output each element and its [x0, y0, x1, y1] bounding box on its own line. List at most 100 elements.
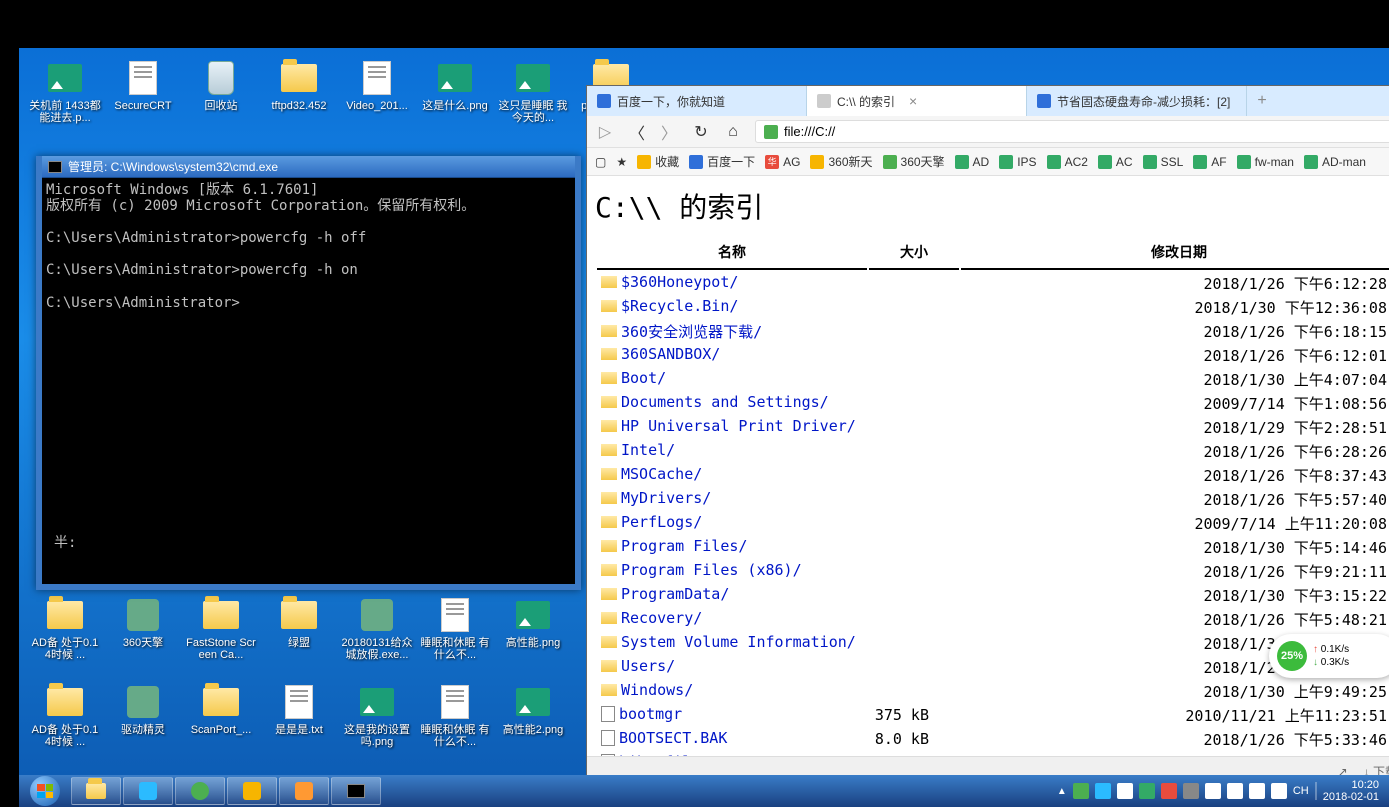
- bookmark-item[interactable]: 华AG: [765, 155, 800, 169]
- file-name-cell[interactable]: Documents and Settings/: [597, 392, 867, 411]
- speed-widget[interactable]: 25% ↑ 0.1K/s ↓ 0.3K/s: [1269, 634, 1389, 678]
- file-name-cell[interactable]: $Recycle.Bin/: [597, 296, 867, 315]
- desktop-icon[interactable]: tftpd32.452: [261, 56, 337, 138]
- file-name-cell[interactable]: 360SANDBOX/: [597, 344, 867, 363]
- bookmark-item[interactable]: 百度一下: [689, 153, 755, 170]
- file-name-cell[interactable]: Windows/: [597, 680, 867, 699]
- taskbar-app2[interactable]: [175, 777, 225, 805]
- tray-icon[interactable]: [1161, 783, 1177, 799]
- browser-tab[interactable]: 百度一下，你就知道: [587, 86, 807, 116]
- file-name-cell[interactable]: Intel/: [597, 440, 867, 459]
- tray-network-icon[interactable]: [1227, 783, 1243, 799]
- bookmark-item[interactable]: AC2: [1047, 155, 1088, 169]
- taskbar-app4[interactable]: [279, 777, 329, 805]
- tray-expand-icon[interactable]: ▲: [1057, 786, 1067, 797]
- desktop-icon[interactable]: ScanPort_...: [183, 680, 259, 762]
- file-name-cell[interactable]: Program Files (x86)/: [597, 560, 867, 579]
- desktop-icon[interactable]: 绿盟: [261, 593, 337, 675]
- file-name-cell[interactable]: PerfLogs/: [597, 512, 867, 531]
- file-name-cell[interactable]: Program Files/: [597, 536, 867, 555]
- bookmark-item[interactable]: SSL: [1143, 155, 1184, 169]
- bookmark-item[interactable]: AD-man: [1304, 155, 1366, 169]
- file-name: Recovery/: [621, 609, 702, 627]
- file-name: MyDrivers/: [621, 489, 711, 507]
- desktop-icon[interactable]: AD备 处于0.14时候 ...: [27, 680, 103, 762]
- nav-menu-icon[interactable]: ▷: [595, 122, 615, 142]
- folder-icon: [601, 684, 617, 696]
- bookmark-label: IPS: [1017, 155, 1036, 169]
- cmd-body[interactable]: Microsoft Windows [版本 6.1.7601] 版权所有 (c)…: [42, 178, 575, 315]
- tray-icon[interactable]: [1139, 783, 1155, 799]
- bookmark-item[interactable]: 收藏: [637, 153, 679, 170]
- bookmark-item[interactable]: AC: [1098, 155, 1133, 169]
- file-name-cell[interactable]: BOOTSECT.BAK: [597, 728, 867, 747]
- tray-action-icon[interactable]: [1271, 783, 1287, 799]
- desktop-icon[interactable]: 回收站: [183, 56, 259, 138]
- file-name-cell[interactable]: MyDrivers/: [597, 488, 867, 507]
- desktop-icon[interactable]: SecureCRT: [105, 56, 181, 138]
- start-button[interactable]: [23, 775, 67, 807]
- tab-close-icon[interactable]: ×: [909, 93, 917, 109]
- desktop-icon[interactable]: FastStone Screen Ca...: [183, 593, 259, 675]
- desktop-icon[interactable]: 这是什么.png: [417, 56, 493, 138]
- file-name-cell[interactable]: bootmgr: [597, 704, 867, 723]
- back-button[interactable]: 〈: [627, 120, 647, 144]
- status-tool-icon[interactable]: ↗: [1338, 765, 1348, 776]
- cmd-window[interactable]: 管理员: C:\Windows\system32\cmd.exe Microso…: [36, 156, 581, 590]
- bookmark-item[interactable]: IPS: [999, 155, 1036, 169]
- tray-icon[interactable]: [1117, 783, 1133, 799]
- desktop-icon[interactable]: 驱动精灵: [105, 680, 181, 762]
- file-name-cell[interactable]: ProgramData/: [597, 584, 867, 603]
- folder-icon: [601, 636, 617, 648]
- desktop-icon[interactable]: AD备 处于0.14时候 ...: [27, 593, 103, 675]
- file-name-cell[interactable]: HP Universal Print Driver/: [597, 416, 867, 435]
- taskbar-explorer[interactable]: [71, 777, 121, 805]
- cmd-ime-hint: 半:: [54, 532, 76, 552]
- desktop-icon[interactable]: Video_201...: [339, 56, 415, 138]
- cmd-titlebar[interactable]: 管理员: C:\Windows\system32\cmd.exe: [42, 156, 575, 178]
- bookmark-star[interactable]: ★: [616, 155, 627, 169]
- tray-icon[interactable]: [1073, 783, 1089, 799]
- download-icon[interactable]: ↓ 下载: [1364, 763, 1389, 775]
- taskbar-clock[interactable]: 10:20 2018-02-01: [1323, 779, 1379, 803]
- file-name-cell[interactable]: 360安全浏览器下载/: [597, 320, 867, 342]
- bookmark-label: AD: [973, 155, 990, 169]
- home-button[interactable]: ⌂: [723, 123, 743, 141]
- desktop-icon[interactable]: 这是我的设置吗.png: [339, 680, 415, 762]
- browser-tab[interactable]: C:\\ 的索引×: [807, 86, 1027, 116]
- file-name-cell[interactable]: System Volume Information/: [597, 632, 867, 651]
- tray-ime[interactable]: CH: [1293, 785, 1309, 797]
- bookmark-item[interactable]: AD: [955, 155, 990, 169]
- bookmark-item[interactable]: 360新天: [810, 153, 872, 170]
- desktop-icon[interactable]: 睡眠和休眠 有什么不...: [417, 593, 493, 675]
- desktop-icon[interactable]: 关机前 1433都能进去.p...: [27, 56, 103, 138]
- forward-button[interactable]: 〉: [659, 120, 679, 144]
- desktop-icon[interactable]: 20180131给众城放假.exe...: [339, 593, 415, 675]
- bookmark-item[interactable]: fw-man: [1237, 155, 1294, 169]
- address-bar[interactable]: file:///C://: [755, 120, 1389, 143]
- taskbar-app3[interactable]: [227, 777, 277, 805]
- file-name-cell[interactable]: MSOCache/: [597, 464, 867, 483]
- tray-icon[interactable]: [1095, 783, 1111, 799]
- desktop-icon[interactable]: 睡眠和休眠 有什么不...: [417, 680, 493, 762]
- bookmark-menu[interactable]: ▢: [595, 155, 606, 169]
- desktop-icon[interactable]: 这只是睡眠 我今天的...: [495, 56, 571, 138]
- taskbar-app1[interactable]: [123, 777, 173, 805]
- file-name-cell[interactable]: Boot/: [597, 368, 867, 387]
- taskbar-cmd[interactable]: [331, 777, 381, 805]
- file-name-cell[interactable]: Recovery/: [597, 608, 867, 627]
- desktop-icon[interactable]: 360天擎: [105, 593, 181, 675]
- browser-tab[interactable]: 节省固态硬盘寿命-减少损耗：[2]: [1027, 86, 1247, 116]
- desktop-icon[interactable]: 高性能.png: [495, 593, 571, 675]
- new-tab-button[interactable]: +: [1247, 86, 1277, 116]
- desktop-icon[interactable]: 是是是.txt: [261, 680, 337, 762]
- bookmark-item[interactable]: AF: [1193, 155, 1226, 169]
- reload-button[interactable]: ↻: [691, 122, 711, 142]
- bookmark-item[interactable]: 360天擎: [883, 153, 945, 170]
- file-name-cell[interactable]: Users/: [597, 656, 867, 675]
- tray-volume-icon[interactable]: [1249, 783, 1265, 799]
- tray-icon[interactable]: [1205, 783, 1221, 799]
- desktop-icon[interactable]: 高性能2.png: [495, 680, 571, 762]
- tray-icon[interactable]: [1183, 783, 1199, 799]
- file-name-cell[interactable]: $360Honeypot/: [597, 272, 867, 291]
